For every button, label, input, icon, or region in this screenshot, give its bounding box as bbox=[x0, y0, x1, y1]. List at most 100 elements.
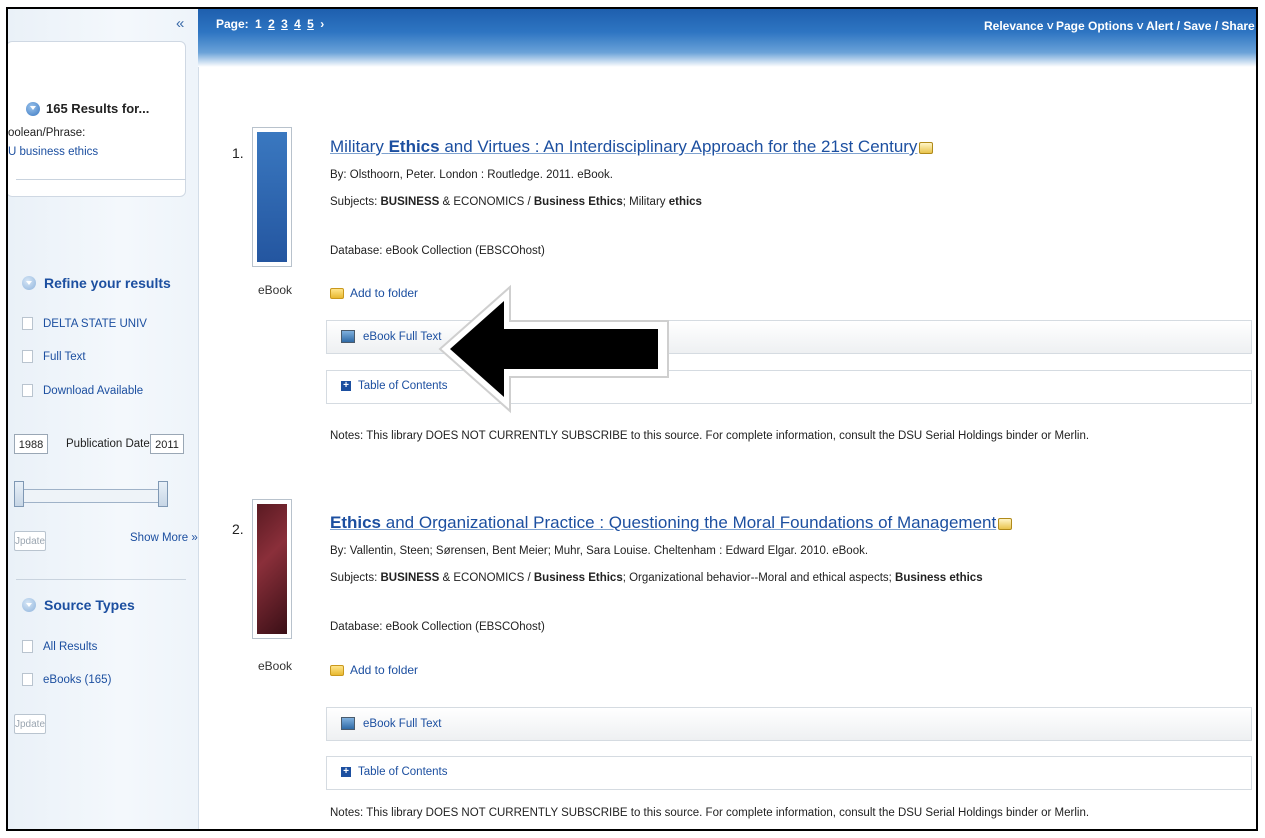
add-to-folder-link[interactable]: Add to folder bbox=[330, 286, 418, 300]
ebook-icon bbox=[341, 330, 355, 343]
checkbox[interactable] bbox=[22, 350, 33, 363]
result-database: Database: eBook Collection (EBSCOhost) bbox=[330, 621, 545, 633]
page-link[interactable]: 5 bbox=[307, 17, 314, 31]
subject-term[interactable]: BUSINESS bbox=[381, 196, 440, 208]
subject-term[interactable]: & ECONOMICS / bbox=[439, 196, 534, 208]
update-button[interactable]: Jpdate bbox=[14, 531, 46, 551]
collapse-sidebar-icon[interactable]: « bbox=[176, 15, 184, 32]
page-link[interactable]: 4 bbox=[294, 17, 301, 31]
page-link[interactable]: 2 bbox=[268, 17, 275, 31]
date-slider-handle-right[interactable] bbox=[158, 481, 168, 507]
checkbox[interactable] bbox=[22, 673, 33, 686]
toc-bar: + Table of Contents bbox=[326, 756, 1252, 790]
page-label: Page: bbox=[216, 17, 249, 31]
ebook-full-text-label: eBook Full Text bbox=[363, 717, 442, 730]
full-text-bar: eBook Full Text bbox=[326, 707, 1252, 741]
result-notes: Notes: This library DOES NOT CURRENTLY S… bbox=[330, 430, 1090, 442]
preview-icon[interactable] bbox=[998, 517, 1013, 530]
source-type-row[interactable]: eBooks (165) bbox=[22, 673, 111, 686]
preview-icon[interactable] bbox=[919, 141, 934, 154]
result-byline: By: Vallentin, Steen; Sørensen, Bent Mei… bbox=[330, 545, 869, 557]
update-button[interactable]: Jpdate bbox=[14, 714, 46, 734]
search-terms-link[interactable]: U business ethics bbox=[8, 146, 98, 158]
page-link[interactable]: 1 bbox=[255, 17, 262, 31]
add-to-folder-link[interactable]: Add to folder bbox=[330, 663, 418, 677]
result-number: 1. bbox=[232, 145, 244, 161]
result-notes: Notes: This library DOES NOT CURRENTLY S… bbox=[330, 807, 1090, 819]
ebook-full-text-link[interactable]: eBook Full Text bbox=[341, 717, 441, 730]
subjects-label: Subjects: bbox=[330, 572, 381, 584]
book-cover-thumbnail[interactable] bbox=[252, 499, 292, 639]
subject-term[interactable]: & ECONOMICS / bbox=[439, 572, 534, 584]
refine-checkbox-label: Full Text bbox=[43, 350, 86, 363]
refine-checkbox-label: Download Available bbox=[43, 384, 144, 397]
ebook-full-text-link[interactable]: eBook Full Text bbox=[341, 330, 441, 343]
title-text: and Virtues : An Interdisciplinary Appro… bbox=[439, 137, 918, 156]
subject-term[interactable]: Business Ethics bbox=[534, 572, 623, 584]
checkbox[interactable] bbox=[22, 640, 33, 653]
alert-save-share-menu[interactable]: Alert / Save / Share bbox=[1146, 19, 1255, 33]
book-cover-thumbnail[interactable] bbox=[252, 127, 292, 267]
date-slider-track[interactable] bbox=[20, 489, 168, 503]
date-from-input[interactable]: 1988 bbox=[14, 434, 48, 454]
result-database: Database: eBook Collection (EBSCOhost) bbox=[330, 245, 545, 257]
ebook-full-text-label: eBook Full Text bbox=[363, 330, 442, 343]
screenshot-frame: « 165 Results for... oolean/Phrase: U bu… bbox=[6, 7, 1258, 831]
source-type-row[interactable]: All Results bbox=[22, 640, 97, 653]
result-type: eBook bbox=[258, 283, 293, 297]
subject-term[interactable]: ethics bbox=[669, 196, 702, 208]
add-to-folder-text: Add to folder bbox=[350, 663, 419, 677]
ebook-icon bbox=[341, 717, 355, 730]
divider bbox=[16, 179, 186, 180]
source-type-label: All Results bbox=[43, 640, 98, 653]
page-link[interactable]: 3 bbox=[281, 17, 288, 31]
result-title-link[interactable]: Ethics and Organizational Practice : Que… bbox=[330, 513, 1013, 533]
annotation-arrow-icon bbox=[438, 284, 669, 414]
refine-checkbox-row[interactable]: DELTA STATE UNIV bbox=[22, 317, 147, 330]
relevance-dropdown[interactable]: Relevance ˅ bbox=[984, 19, 1054, 33]
subjects-label: Subjects: bbox=[330, 196, 381, 208]
title-text: and Organizational Practice : Questionin… bbox=[381, 513, 997, 532]
subject-term[interactable]: Business Ethics bbox=[534, 196, 623, 208]
refine-checkbox-row[interactable]: Full Text bbox=[22, 350, 86, 363]
source-types-text: Source Types bbox=[44, 597, 135, 613]
title-highlight: Ethics bbox=[388, 137, 440, 156]
result-subjects: Subjects: BUSINESS & ECONOMICS / Busines… bbox=[330, 572, 983, 584]
result-number: 2. bbox=[232, 521, 244, 537]
collapse-section-icon bbox=[22, 276, 36, 290]
refine-checkbox-label: DELTA STATE UNIV bbox=[43, 317, 147, 330]
show-more-link[interactable]: Show More » bbox=[130, 532, 198, 544]
refine-checkbox-row[interactable]: Download Available bbox=[22, 384, 143, 397]
next-page-icon[interactable]: › bbox=[320, 17, 324, 31]
refine-results-heading[interactable]: Refine your results bbox=[22, 275, 171, 291]
publication-date-label: Publication Date bbox=[66, 438, 150, 450]
divider bbox=[16, 579, 186, 580]
checkbox[interactable] bbox=[22, 317, 33, 330]
subject-term[interactable]: ; Organizational behavior--Moral and eth… bbox=[623, 572, 895, 584]
table-of-contents-label: Table of Contents bbox=[358, 380, 448, 392]
book-cover-image bbox=[257, 132, 287, 262]
subject-term[interactable]: Business ethics bbox=[895, 572, 983, 584]
expand-plus-icon: + bbox=[341, 767, 351, 777]
date-to-input[interactable]: 2011 bbox=[150, 434, 184, 454]
search-mode-label: oolean/Phrase: bbox=[8, 127, 86, 139]
title-text: Military bbox=[330, 137, 389, 156]
subject-term[interactable]: BUSINESS bbox=[381, 572, 440, 584]
source-types-heading[interactable]: Source Types bbox=[22, 597, 135, 613]
folder-icon bbox=[330, 664, 344, 676]
page-options-dropdown[interactable]: Page Options ˅ bbox=[1056, 19, 1144, 33]
expand-plus-icon: + bbox=[341, 381, 351, 391]
subject-term[interactable]: ; Military bbox=[623, 196, 669, 208]
title-highlight: Ethics bbox=[330, 513, 382, 532]
results-count-heading: 165 Results for... bbox=[26, 101, 149, 116]
results-count-text: 165 Results for... bbox=[46, 101, 150, 116]
collapse-section-icon[interactable] bbox=[26, 101, 40, 116]
results-summary-box bbox=[8, 41, 186, 197]
result-title-link[interactable]: Military Ethics and Virtues : An Interdi… bbox=[330, 137, 934, 157]
date-slider-handle-left[interactable] bbox=[14, 481, 24, 507]
collapse-section-icon bbox=[22, 598, 36, 612]
table-of-contents-link[interactable]: + Table of Contents bbox=[341, 766, 448, 778]
checkbox[interactable] bbox=[22, 384, 33, 397]
book-cover-image bbox=[257, 504, 287, 634]
table-of-contents-link[interactable]: + Table of Contents bbox=[341, 380, 448, 392]
